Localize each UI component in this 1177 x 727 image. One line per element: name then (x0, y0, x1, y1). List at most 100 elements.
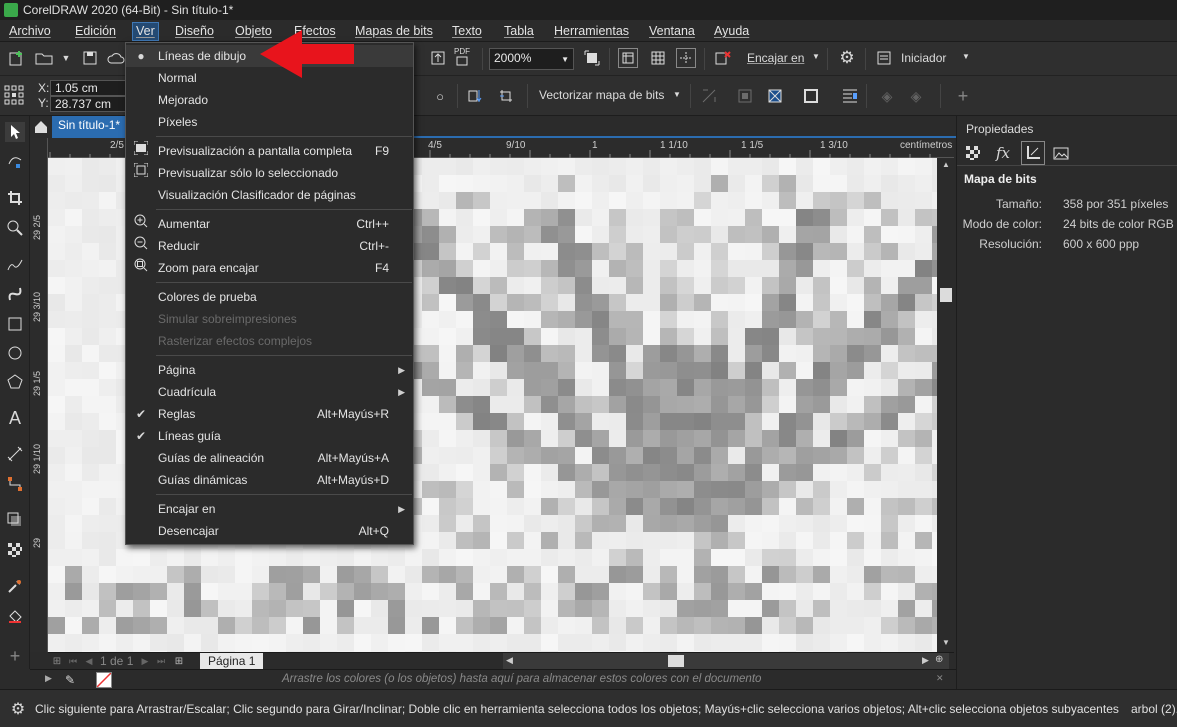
crop-tool-icon[interactable] (5, 188, 25, 208)
menu-mapas-de-bits[interactable]: Mapas de bits (352, 23, 436, 40)
launcher-button[interactable]: Iniciador (901, 51, 946, 65)
palette-expand-icon[interactable]: ▶ (45, 673, 52, 684)
zoom-page-icon[interactable] (582, 48, 602, 68)
launcher-icon[interactable] (874, 48, 894, 68)
scroll-right-icon[interactable]: ▶ (922, 655, 929, 666)
menu-item-alignment-guides[interactable]: Guías de alineación Alt+Mayús+A (126, 447, 413, 469)
pick-tool-icon[interactable] (5, 122, 25, 142)
vertical-scrollbar[interactable]: ▲ ▼ (937, 158, 955, 652)
fill-tab-icon[interactable] (963, 143, 983, 163)
scroll-down-icon[interactable]: ▼ (942, 638, 950, 647)
palette-options-icon[interactable]: ✕ (936, 673, 944, 684)
menu-ventana[interactable]: Ventana (646, 23, 698, 40)
menu-item-guidelines[interactable]: ✔ Líneas guía (126, 425, 413, 447)
first-page-icon[interactable]: ⏮ (66, 651, 80, 671)
shape-tool-icon[interactable] (5, 152, 25, 172)
no-color-swatch[interactable] (96, 672, 112, 688)
add-icon[interactable]: + (953, 86, 973, 106)
new-document-icon[interactable] (6, 48, 26, 68)
options-gear-icon[interactable]: ⚙ (837, 48, 857, 68)
y-position-input[interactable]: 28.737 cm (50, 96, 126, 112)
add-page-after-icon[interactable]: ⊞ (172, 651, 186, 671)
ellipse-tool-icon[interactable] (5, 343, 25, 363)
menu-item-proof-colors[interactable]: Colores de prueba (126, 286, 413, 308)
menu-item-zoom-to-fit[interactable]: Zoom para encajar F4 (126, 257, 413, 279)
scroll-up-icon[interactable]: ▲ (942, 160, 950, 169)
last-page-icon[interactable]: ⏭ (154, 651, 168, 671)
artistic-media-tool-icon[interactable] (5, 284, 25, 304)
parallel-dimension-tool-icon[interactable] (5, 444, 25, 464)
object-origin-icon[interactable] (4, 85, 24, 105)
show-rulers-icon[interactable] (618, 48, 638, 68)
menu-item-snap-to[interactable]: Encajar en ▶ (126, 498, 413, 520)
cloud-icon[interactable] (106, 48, 126, 68)
effects-tab-icon[interactable]: fx (993, 143, 1013, 163)
fill-tool-icon[interactable] (5, 606, 25, 626)
add-tool-icon[interactable]: + (5, 646, 25, 666)
drop-shadow-tool-icon[interactable] (5, 510, 25, 530)
home-icon[interactable] (32, 118, 50, 136)
eyedropper-icon[interactable]: ✎ (62, 670, 78, 690)
menu-diseno[interactable]: Diseño (172, 23, 217, 40)
menu-item-page-sorter[interactable]: Visualización Clasificador de páginas (126, 184, 413, 206)
menu-edicion[interactable]: Edición (72, 23, 119, 40)
menu-herramientas[interactable]: Herramientas (551, 23, 632, 40)
save-icon[interactable] (80, 48, 100, 68)
menu-item-dynamic-guides[interactable]: Guías dinámicas Alt+Mayús+D (126, 469, 413, 491)
x-position-input[interactable]: 1.05 cm (50, 80, 126, 96)
page-tab[interactable]: Página 1 (200, 653, 264, 669)
horizontal-scrollbar[interactable]: ◀ ▶ ⊕ (503, 653, 949, 669)
show-guidelines-icon[interactable] (676, 48, 696, 68)
text-wrap-icon[interactable] (840, 86, 860, 106)
image-tab-icon[interactable] (1051, 143, 1071, 163)
chevron-down-icon[interactable]: ▼ (673, 90, 681, 99)
menu-tabla[interactable]: Tabla (501, 23, 537, 40)
open-folder-icon[interactable] (34, 48, 54, 68)
add-page-before-icon[interactable]: ⊞ (50, 651, 64, 671)
scroll-left-icon[interactable]: ◀ (506, 655, 513, 666)
transparency-tool-icon[interactable] (5, 540, 25, 560)
eyedropper-tool-icon[interactable] (5, 576, 25, 596)
status-settings-gear-icon[interactable]: ⚙ (8, 699, 28, 719)
chevron-down-icon[interactable]: ▼ (962, 52, 970, 61)
export-pdf-icon[interactable]: PDF (452, 47, 472, 67)
circle-icon[interactable]: ○ (430, 86, 450, 106)
snap-off-icon[interactable] (713, 48, 733, 68)
snap-to-dropdown[interactable]: Encajar en (747, 51, 804, 65)
menu-item-pixels[interactable]: Píxeles (126, 111, 413, 133)
export-icon[interactable] (428, 48, 448, 68)
bitmap-color-mask-icon[interactable] (765, 86, 785, 106)
show-grid-icon[interactable] (648, 48, 668, 68)
menu-item-enhanced[interactable]: Mejorado (126, 89, 413, 111)
trace-bitmap-dropdown[interactable]: Vectorizar mapa de bits (539, 88, 664, 102)
menu-texto[interactable]: Texto (449, 23, 485, 40)
zoom-navigator-icon[interactable]: ⊕ (935, 654, 943, 665)
polygon-tool-icon[interactable] (5, 372, 25, 392)
rectangle-tool-icon[interactable] (5, 314, 25, 334)
bounding-box-icon[interactable] (801, 86, 821, 106)
tab-document[interactable]: Sin título-1* (52, 116, 127, 136)
menu-item-zoom-out[interactable]: Reducir Ctrl+- (126, 235, 413, 257)
menu-item-full-screen-preview[interactable]: Previsualización a pantalla completa F9 (126, 140, 413, 162)
bitmap-tab-icon[interactable] (1021, 141, 1045, 165)
menu-ver[interactable]: Ver (132, 22, 159, 41)
open-dropdown-icon[interactable]: ▼ (56, 48, 76, 68)
edit-bitmap-icon[interactable] (465, 86, 485, 106)
menu-item-rulers[interactable]: ✔ Reglas Alt+Mayús+R (126, 403, 413, 425)
zoom-tool-icon[interactable] (5, 218, 25, 238)
menu-item-grid[interactable]: Cuadrícula ▶ (126, 381, 413, 403)
scroll-thumb[interactable] (668, 655, 684, 667)
next-page-icon[interactable]: ▶ (138, 651, 152, 671)
menu-item-zoom-in[interactable]: Aumentar Ctrl++ (126, 213, 413, 235)
vertical-ruler[interactable]: 29 2/5 29 3/10 29 1/5 29 1/10 29 (30, 138, 48, 652)
connector-tool-icon[interactable] (5, 474, 25, 494)
scroll-thumb[interactable] (940, 288, 952, 302)
menu-item-snap-off[interactable]: Desencajar Alt+Q (126, 520, 413, 542)
menu-ayuda[interactable]: Ayuda (711, 23, 752, 40)
chevron-down-icon[interactable]: ▼ (812, 52, 820, 61)
menu-item-page[interactable]: Página ▶ (126, 359, 413, 381)
menu-item-preview-selected[interactable]: Previsualizar sólo lo seleccionado (126, 162, 413, 184)
freehand-tool-icon[interactable] (5, 254, 25, 274)
menu-archivo[interactable]: Archivo (6, 23, 54, 40)
text-tool-icon[interactable]: A (5, 408, 25, 428)
